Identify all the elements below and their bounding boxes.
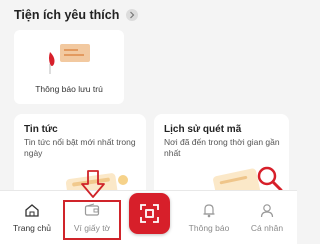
chevron-right-icon[interactable] (126, 9, 139, 21)
news-tile-title: Tin tức (24, 124, 58, 135)
favorite-item-label: Thông báo lưu trú (35, 84, 103, 94)
nav-profile-label: Cá nhân (250, 223, 284, 233)
favorites-title: Tiện ích yêu thích (14, 8, 120, 22)
highlight-box (63, 200, 121, 240)
home-icon (24, 203, 40, 222)
user-icon (260, 203, 274, 223)
nav-home-label: Trang chủ (13, 223, 51, 233)
scan-history-tile-description: Nơi đã đến trong thời gian gần nhất (164, 137, 280, 158)
qr-scan-icon (140, 204, 159, 228)
favorite-item-notice[interactable]: Thông báo lưu trú (14, 30, 124, 104)
news-tile-description: Tin tức nổi bật mới nhất trong ngày (24, 137, 136, 158)
nav-notifications[interactable]: Thông báo (180, 191, 238, 244)
nav-notifications-label: Thông báo (188, 223, 230, 233)
bell-icon (202, 203, 216, 223)
scan-history-tile-title: Lịch sử quét mã (164, 124, 242, 135)
nav-home[interactable]: Trang chủ (3, 191, 61, 244)
down-arrow-annotation-icon (81, 170, 105, 203)
notice-board-icon (42, 38, 96, 85)
qr-scan-button[interactable] (129, 193, 170, 234)
nav-profile[interactable]: Cá nhân (238, 191, 296, 244)
favorites-header: Tiện ích yêu thích (14, 8, 139, 22)
